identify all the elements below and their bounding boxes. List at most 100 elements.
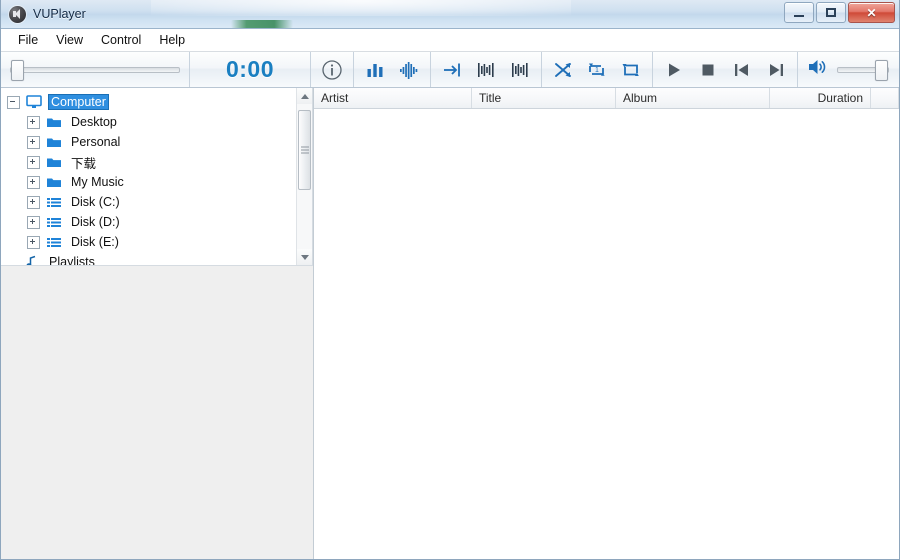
tree-item-label: Disk (C:) <box>71 195 120 209</box>
repeat-all-button[interactable] <box>614 53 648 86</box>
minimize-icon <box>794 15 804 17</box>
expand-expander-icon[interactable] <box>27 155 40 169</box>
repeat-one-icon: 1 <box>589 63 605 76</box>
seek-group <box>1 52 190 87</box>
playlist-rows[interactable] <box>314 109 899 559</box>
folder-icon <box>45 116 62 129</box>
folder-icon <box>45 156 62 169</box>
tree-item-label: Disk (D:) <box>71 215 120 229</box>
trim-end-button[interactable] <box>503 53 537 86</box>
volume-button[interactable] <box>806 56 828 83</box>
info-button[interactable] <box>315 53 349 86</box>
volume-slider-thumb[interactable] <box>875 59 888 81</box>
tree-item-label: Computer <box>48 94 109 110</box>
next-icon <box>770 63 783 76</box>
monitor-icon <box>25 95 42 109</box>
stop-icon <box>702 64 714 75</box>
tree-item-label: Playlists <box>49 255 95 265</box>
tree-item-disk-e[interactable]: Disk (E:) <box>7 232 296 252</box>
window-controls: ✕ <box>784 2 895 23</box>
close-icon: ✕ <box>866 5 877 20</box>
tree-item-downloads[interactable]: 下载 <box>7 152 296 172</box>
tree-item-label: My Music <box>71 175 124 189</box>
expand-expander-icon[interactable] <box>27 135 40 149</box>
time-display-group: 0:00 <box>190 52 311 87</box>
seek-slider-thumb[interactable] <box>11 59 24 81</box>
title-bar-artifact <box>231 20 293 28</box>
repeat-one-button[interactable]: 1 <box>580 53 614 86</box>
tree-item-label: 下载 <box>71 156 97 171</box>
info-icon <box>322 59 342 80</box>
disk-list-icon <box>45 196 62 209</box>
shuffle-button[interactable] <box>546 53 580 86</box>
vuplayer-window: VUPlayer ✕ File View Control Help 0:00 1… <box>0 0 900 560</box>
window-title: VUPlayer <box>33 7 86 21</box>
menu-item-file[interactable]: File <box>9 31 47 49</box>
playback-mode-group: 1 <box>542 52 653 87</box>
crossfade-button[interactable] <box>435 53 469 86</box>
column-header-album[interactable]: Album <box>616 88 770 108</box>
crossfade-group <box>431 52 542 87</box>
folder-icon <box>45 176 62 189</box>
column-header-spacer[interactable] <box>871 88 899 108</box>
column-header-title[interactable]: Title <box>472 88 616 108</box>
scroll-up-button[interactable] <box>297 88 312 104</box>
trim-start-button[interactable] <box>469 53 503 86</box>
tree-item-disk-c[interactable]: Disk (C:) <box>7 192 296 212</box>
column-header-duration[interactable]: Duration <box>770 88 871 108</box>
expand-expander-icon[interactable] <box>27 215 40 229</box>
volume-icon <box>809 60 826 74</box>
playlist-pane: Artist Title Album Duration <box>314 88 899 559</box>
library-tree: Computer Desktop Personal 下载 My Music Di… <box>1 88 296 265</box>
tree-item-label: Personal <box>71 135 121 149</box>
menu-item-help[interactable]: Help <box>150 31 194 49</box>
scrollbar-grip-icon <box>300 145 309 156</box>
collapse-expander-icon[interactable] <box>7 95 20 109</box>
minimize-button[interactable] <box>784 2 814 23</box>
music-note-icon <box>23 255 40 265</box>
play-button[interactable] <box>657 53 691 86</box>
expand-expander-icon[interactable] <box>27 115 40 129</box>
tree-item-my-music[interactable]: My Music <box>7 172 296 192</box>
volume-group <box>798 52 899 87</box>
scrollbar-track[interactable] <box>297 104 312 249</box>
scroll-down-button[interactable] <box>297 249 312 265</box>
title-bar-glow <box>151 0 571 16</box>
repeat-all-icon <box>622 63 639 76</box>
speaker-icon <box>9 5 26 23</box>
menu-item-control[interactable]: Control <box>92 31 150 49</box>
tree-scrollbar[interactable] <box>296 88 312 265</box>
playlist-column-header: Artist Title Album Duration <box>314 88 899 109</box>
bar-equalizer-icon <box>367 63 383 77</box>
triangle-up-icon <box>300 93 309 99</box>
close-button[interactable]: ✕ <box>848 2 895 23</box>
tree-item-desktop[interactable]: Desktop <box>7 112 296 132</box>
stop-button[interactable] <box>691 53 725 86</box>
next-button[interactable] <box>759 53 793 86</box>
disk-list-icon <box>45 236 62 249</box>
tree-item-disk-d[interactable]: Disk (D:) <box>7 212 296 232</box>
tree-item-computer[interactable]: Computer <box>7 92 296 112</box>
oscilloscope-button[interactable] <box>392 53 426 86</box>
library-pane: Computer Desktop Personal 下载 My Music Di… <box>1 88 314 559</box>
play-icon <box>669 63 680 76</box>
toolbar: 0:00 1 <box>1 52 899 88</box>
previous-button[interactable] <box>725 53 759 86</box>
library-tree-box: Computer Desktop Personal 下载 My Music Di… <box>1 88 313 266</box>
menu-bar: File View Control Help <box>1 29 899 52</box>
seek-slider[interactable] <box>10 59 180 81</box>
scrollbar-thumb[interactable] <box>298 110 311 190</box>
expand-expander-icon[interactable] <box>27 235 40 249</box>
tree-item-playlists[interactable]: Playlists <box>7 252 296 265</box>
expand-expander-icon[interactable] <box>27 175 40 189</box>
expand-expander-icon[interactable] <box>27 195 40 209</box>
maximize-button[interactable] <box>816 2 846 23</box>
title-bar-left: VUPlayer <box>9 4 86 24</box>
triangle-down-icon <box>300 254 309 260</box>
tree-item-personal[interactable]: Personal <box>7 132 296 152</box>
time-display: 0:00 <box>225 56 275 82</box>
menu-item-view[interactable]: View <box>47 31 92 49</box>
volume-slider[interactable] <box>837 59 889 81</box>
column-header-artist[interactable]: Artist <box>314 88 472 108</box>
spectrum-button[interactable] <box>358 53 392 86</box>
